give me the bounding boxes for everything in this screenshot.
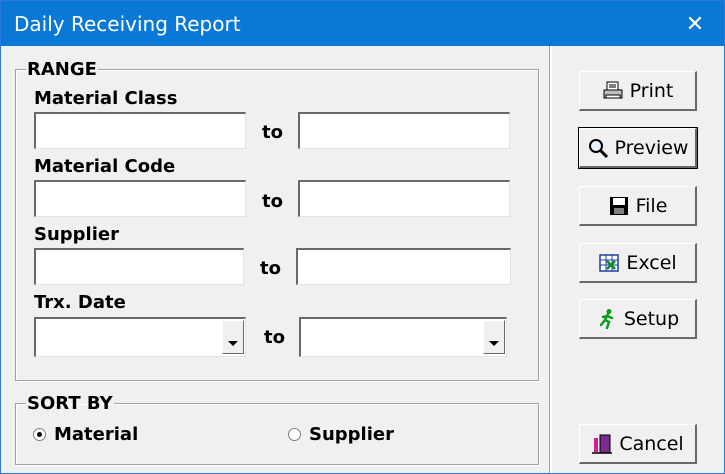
dialog-body: RANGE Material Class to Material Code to…: [1, 46, 724, 473]
print-button[interactable]: Print: [579, 71, 697, 111]
sort-supplier-radio[interactable]: Supplier: [288, 424, 394, 445]
criteria-pane: RANGE Material Class to Material Code to…: [1, 46, 549, 473]
close-icon: ✕: [685, 10, 705, 36]
material-class-to-input[interactable]: [298, 112, 510, 149]
print-label: Print: [629, 79, 674, 102]
exit-door-icon: [592, 434, 613, 454]
floppy-disk-icon: [609, 196, 628, 215]
setup-button[interactable]: Setup: [579, 299, 697, 339]
magnifier-icon: [588, 138, 608, 158]
material-code-from-input[interactable]: [34, 180, 246, 217]
setup-label: Setup: [623, 307, 680, 330]
title-bar: Daily Receiving Report ✕: [1, 1, 724, 46]
running-man-icon: [599, 308, 614, 329]
material-class-to-label: to: [262, 122, 283, 143]
window-title: Daily Receiving Report: [14, 12, 241, 36]
file-label: File: [635, 194, 668, 217]
preview-label: Preview: [614, 136, 689, 159]
chevron-down-icon[interactable]: [222, 320, 244, 354]
preview-button[interactable]: Preview: [578, 127, 698, 169]
material-class-label: Material Class: [34, 88, 178, 109]
sort-material-label: Material: [54, 424, 139, 445]
trx-date-from-dropdown[interactable]: [34, 317, 246, 357]
radio-checked-icon[interactable]: [33, 428, 46, 441]
cancel-label: Cancel: [619, 432, 684, 455]
pane-divider: [549, 46, 552, 473]
close-button[interactable]: ✕: [666, 1, 724, 46]
file-button[interactable]: File: [579, 186, 697, 226]
supplier-to-input[interactable]: [296, 248, 511, 285]
sort-by-legend: SORT BY: [27, 393, 113, 414]
trx-date-to-label: to: [264, 327, 285, 348]
range-legend: RANGE: [27, 59, 97, 80]
radio-unchecked-icon[interactable]: [288, 428, 301, 441]
sort-supplier-label: Supplier: [309, 424, 394, 445]
material-class-from-input[interactable]: [34, 112, 246, 149]
excel-label: Excel: [626, 251, 677, 274]
chevron-down-icon[interactable]: [483, 320, 505, 354]
excel-button[interactable]: Excel: [579, 243, 697, 283]
material-code-label: Material Code: [34, 156, 176, 177]
material-code-to-input[interactable]: [298, 180, 510, 217]
cancel-button[interactable]: Cancel: [579, 424, 697, 464]
trx-date-label: Trx. Date: [34, 292, 126, 313]
supplier-label: Supplier: [34, 224, 119, 245]
supplier-to-label: to: [260, 258, 281, 279]
excel-icon: [599, 253, 620, 272]
report-dialog: Daily Receiving Report ✕ RANGE Material …: [0, 0, 725, 474]
sort-material-radio[interactable]: Material: [33, 424, 138, 445]
material-code-to-label: to: [262, 191, 283, 212]
trx-date-to-dropdown[interactable]: [299, 317, 507, 357]
supplier-from-input[interactable]: [34, 248, 244, 285]
printer-icon: [603, 81, 623, 98]
